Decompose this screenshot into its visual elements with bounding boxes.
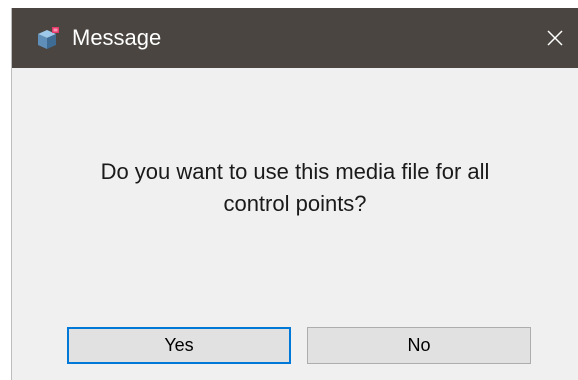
message-dialog: Message Do you want to use this media fi… <box>11 8 578 380</box>
no-button[interactable]: No <box>307 327 531 364</box>
no-button-label: No <box>407 335 431 355</box>
close-icon <box>547 30 563 46</box>
message-text: Do you want to use this media file for a… <box>12 156 578 220</box>
app-3d-icon <box>34 27 60 51</box>
message-line-1: Do you want to use this media file for a… <box>100 159 490 184</box>
close-button[interactable] <box>532 8 578 68</box>
window-title: Message <box>72 25 162 50</box>
title-bar[interactable]: Message <box>12 8 578 68</box>
yes-button-label: Yes <box>164 335 194 355</box>
yes-button[interactable]: Yes <box>67 327 291 364</box>
message-line-2: control points? <box>223 191 367 216</box>
